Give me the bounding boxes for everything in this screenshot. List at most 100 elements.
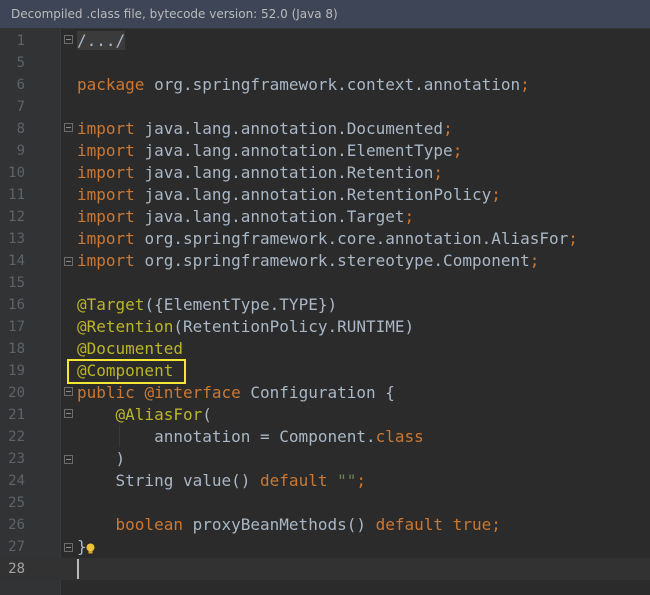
code-line[interactable]: 6 package org.springframework.context.ann…: [0, 74, 650, 96]
code-token: ;: [404, 207, 415, 226]
code-text[interactable]: @Retention(RetentionPolicy.RUNTIME): [77, 316, 414, 338]
code-line[interactable]: 13 import org.springframework.core.annota…: [0, 228, 650, 250]
code-line[interactable]: 7: [0, 96, 650, 118]
line-number: 28: [8, 561, 25, 577]
code-line[interactable]: 8 import java.lang.annotation.Documented;: [0, 118, 650, 140]
line-number: 11: [8, 187, 25, 203]
code-line[interactable]: 24 String value() default "";: [0, 470, 650, 492]
code-token: import: [77, 141, 145, 160]
code-text[interactable]: import java.lang.annotation.ElementType;: [77, 140, 462, 162]
code-line[interactable]: 20 public @interface Configuration {: [0, 382, 650, 404]
fold-toggle-icon[interactable]: [64, 35, 73, 44]
code-line[interactable]: 15: [0, 272, 650, 294]
code-line[interactable]: 21 @AliasFor(: [0, 404, 650, 426]
fold-toggle-icon[interactable]: [64, 257, 73, 266]
code-text[interactable]: @AliasFor(: [77, 404, 212, 426]
line-number: 17: [8, 319, 25, 335]
code-token: /.../: [77, 31, 126, 50]
code-line[interactable]: 14 import org.springframework.stereotype.…: [0, 250, 650, 272]
code-line[interactable]: 22 annotation = Component.class: [0, 426, 650, 448]
code-token: org.springframework.core.annotation.Alia…: [144, 229, 569, 248]
line-number: 5: [16, 55, 25, 71]
code-token: String value(): [77, 471, 261, 490]
code-line[interactable]: 5: [0, 52, 650, 74]
code-token: ;: [356, 471, 366, 490]
line-number: 16: [8, 297, 25, 313]
code-token: @Target: [77, 295, 145, 314]
line-number: 12: [8, 209, 25, 225]
code-text[interactable]: @Target({ElementType.TYPE}): [77, 294, 337, 316]
code-text[interactable]: package org.springframework.context.anno…: [77, 74, 530, 96]
code-text[interactable]: import org.springframework.stereotype.Co…: [77, 250, 539, 272]
code-token: import: [77, 163, 145, 182]
fold-toggle-icon[interactable]: [64, 409, 73, 418]
code-text[interactable]: @Documented: [77, 338, 183, 360]
code-token: ;: [452, 141, 463, 160]
code-token: @interface: [144, 383, 251, 402]
code-text[interactable]: @Component: [77, 360, 173, 382]
code-token: boolean: [115, 515, 193, 534]
code-text[interactable]: import java.lang.annotation.Retention;: [77, 162, 443, 184]
line-number: 10: [8, 165, 25, 181]
code-token: true: [452, 515, 492, 534]
code-line[interactable]: 27}: [0, 536, 650, 558]
code-line[interactable]: 1 /.../: [0, 30, 650, 52]
code-line[interactable]: 26 boolean proxyBeanMethods() default tr…: [0, 514, 650, 536]
code-text[interactable]: ): [77, 448, 126, 470]
code-token: default: [375, 515, 453, 534]
code-token: ({ElementType.TYPE}): [144, 295, 338, 314]
code-text[interactable]: import java.lang.annotation.Target;: [77, 206, 414, 228]
code-token: @Documented: [77, 339, 183, 358]
code-text[interactable]: import java.lang.annotation.RetentionPol…: [77, 184, 501, 206]
code-line[interactable]: 16 @Target({ElementType.TYPE}): [0, 294, 650, 316]
line-number: 24: [8, 473, 25, 489]
code-line[interactable]: 18 @Documented: [0, 338, 650, 360]
code-line[interactable]: 17 @Retention(RetentionPolicy.RUNTIME): [0, 316, 650, 338]
code-token: java.lang.annotation.Documented: [144, 119, 444, 138]
code-token: import: [77, 185, 145, 204]
code-line[interactable]: 23 ): [0, 448, 650, 470]
code-text[interactable]: import java.lang.annotation.Documented;: [77, 118, 453, 140]
code-line[interactable]: 12 import java.lang.annotation.Target;: [0, 206, 650, 228]
line-number: 18: [8, 341, 25, 357]
line-number: 22: [8, 429, 25, 445]
fold-toggle-icon[interactable]: [64, 123, 73, 132]
code-token: import: [77, 207, 145, 226]
line-number: 15: [8, 275, 25, 291]
code-text[interactable]: String value() default "";: [77, 470, 366, 492]
code-editor[interactable]: 1 /.../ 5 6 package org.springframework.cont…: [0, 29, 650, 595]
fold-toggle-icon[interactable]: [64, 387, 73, 396]
code-token: (: [202, 405, 212, 424]
code-token: ;: [433, 163, 444, 182]
fold-toggle-icon[interactable]: [64, 543, 73, 552]
code-token: @AliasFor: [115, 405, 203, 424]
line-number: 7: [16, 99, 25, 115]
code-text[interactable]: annotation = Component.class: [77, 426, 424, 448]
code-text[interactable]: import org.springframework.core.annotati…: [77, 228, 578, 250]
indent-guide: [119, 425, 120, 447]
line-number: 9: [16, 143, 25, 159]
code-token: java.lang.annotation.Retention: [144, 163, 434, 182]
code-line[interactable]: 10 import java.lang.annotation.Retention;: [0, 162, 650, 184]
lightbulb-icon[interactable]: [85, 543, 96, 554]
code-text[interactable]: public @interface Configuration {: [77, 382, 395, 404]
code-text[interactable]: boolean proxyBeanMethods() default true;: [77, 514, 501, 536]
line-number: 14: [8, 253, 25, 269]
code-token: ;: [491, 185, 501, 204]
code-line[interactable]: 28: [0, 558, 650, 580]
line-number: 19: [8, 363, 25, 379]
code-token: org.springframework.stereotype.Component: [144, 251, 530, 270]
line-number: 21: [8, 407, 25, 423]
code-token: org.springframework.context.annotation: [154, 75, 521, 94]
code-line[interactable]: 9 import java.lang.annotation.ElementType…: [0, 140, 650, 162]
code-line[interactable]: 25: [0, 492, 650, 514]
code-token: ;: [491, 515, 501, 534]
fold-toggle-icon[interactable]: [64, 455, 73, 464]
code-line[interactable]: 11 import java.lang.annotation.RetentionP…: [0, 184, 650, 206]
code-token: package: [77, 75, 155, 94]
code-text[interactable]: /.../: [77, 30, 126, 52]
code-line[interactable]: 19 @Component: [0, 360, 650, 382]
line-number: 23: [8, 451, 25, 467]
